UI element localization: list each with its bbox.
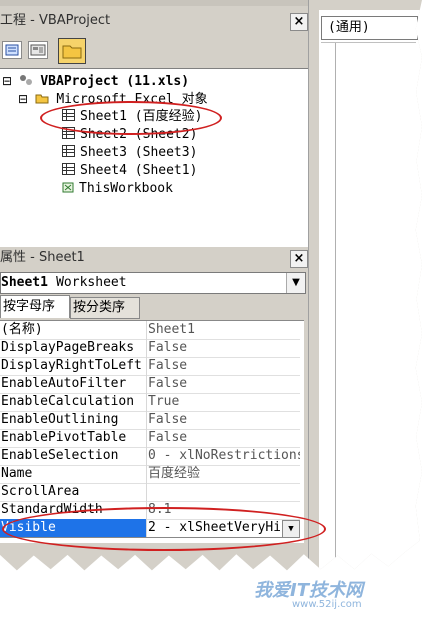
tab-alphabetic[interactable]: 按字母序	[0, 295, 70, 318]
worksheet-icon	[62, 127, 75, 139]
visible-dropdown-button[interactable]: ▼	[282, 520, 300, 538]
property-row-visible[interactable]: Visible 2 - xlSheetVeryHidden ▼	[0, 519, 300, 538]
tab-categorized[interactable]: 按分类序	[70, 297, 140, 319]
object-selector-name: Sheet1	[1, 275, 48, 290]
property-row-enableoutlining[interactable]: EnableOutlining False	[0, 411, 300, 430]
worksheet-icon	[62, 145, 75, 157]
properties-panel-close-button[interactable]: ×	[290, 250, 308, 268]
property-row-scrollarea[interactable]: ScrollArea	[0, 483, 300, 502]
project-tree: ⊟ VBAProject (11.xls) ⊟ Microsoft Excel …	[0, 68, 308, 247]
property-row-name[interactable]: (名称) Sheet1	[0, 321, 300, 340]
object-selector[interactable]: Sheet1 Worksheet ▼	[0, 272, 306, 294]
properties-panel-titlebar: 属性 - Sheet1 ×	[0, 247, 308, 269]
tree-folder-label: Microsoft Excel 对象	[56, 92, 208, 107]
tree-root-label: VBAProject (11.xls)	[40, 74, 190, 89]
toggle-folders-icon[interactable]	[58, 38, 86, 64]
tree-folder[interactable]: ⊟ Microsoft Excel 对象	[18, 90, 208, 109]
property-row-enablepivottable[interactable]: EnablePivotTable False	[0, 429, 300, 448]
property-row-enableselection[interactable]: EnableSelection 0 - xlNoRestrictions	[0, 447, 300, 466]
tree-root[interactable]: ⊟ VBAProject (11.xls)	[2, 72, 189, 91]
property-tabs: 按字母序 按分类序	[0, 295, 308, 319]
property-grid: (名称) Sheet1 DisplayPageBreaks False Displa…	[0, 320, 304, 543]
properties-panel-title: 属性 - Sheet1	[0, 250, 85, 265]
worksheet-icon	[62, 109, 75, 121]
tree-item-sheet2[interactable]: Sheet2 (Sheet2)	[62, 126, 197, 144]
tree-item-sheet1[interactable]: Sheet1 (百度经验)	[62, 108, 202, 126]
code-area[interactable]	[321, 42, 416, 563]
pane-splitter[interactable]	[308, 0, 319, 571]
watermark-url: www.52ij.com	[292, 599, 362, 610]
property-row-name-field[interactable]: Name 百度经验	[0, 465, 300, 484]
tree-item-sheet3[interactable]: Sheet3 (Sheet3)	[62, 144, 197, 162]
code-window: (通用)	[319, 10, 422, 571]
property-row-enableautofilter[interactable]: EnableAutoFilter False	[0, 375, 300, 394]
property-row-standardwidth[interactable]: StandardWidth 8.1	[0, 501, 300, 520]
view-object-icon[interactable]	[28, 41, 48, 59]
tree-item-sheet4[interactable]: Sheet4 (Sheet1)	[62, 162, 197, 180]
collapse-toggle-icon[interactable]: ⊟	[2, 74, 12, 88]
project-panel-titlebar: 工程 - VBAProject ×	[0, 10, 308, 32]
property-row-enablecalculation[interactable]: EnableCalculation True	[0, 393, 300, 412]
property-row-displaypagebreaks[interactable]: DisplayPageBreaks False	[0, 339, 300, 358]
collapse-toggle-icon[interactable]: ⊟	[18, 92, 28, 106]
chevron-down-icon[interactable]: ▼	[286, 273, 305, 293]
code-margin	[335, 43, 336, 563]
vbaproject-icon	[19, 74, 33, 86]
object-selector-type: Worksheet	[56, 275, 127, 290]
view-code-icon[interactable]	[2, 41, 22, 59]
toolbar-strip	[0, 0, 308, 6]
object-dropdown-value: (通用)	[328, 20, 370, 35]
procedure-object-dropdown[interactable]: (通用)	[321, 16, 418, 40]
project-toolbar	[0, 36, 308, 66]
tree-item-thisworkbook[interactable]: ThisWorkbook	[62, 180, 173, 198]
folder-icon	[35, 92, 49, 104]
workbook-icon	[62, 181, 74, 193]
watermark: 我爱IT技术网 www.52ij.com	[232, 568, 417, 618]
vbe-window-frame: 工程 - VBAProject × ⊟ VBAProject (11.xls) …	[0, 0, 422, 571]
project-panel-title: 工程 - VBAProject	[0, 13, 111, 28]
worksheet-icon	[62, 163, 75, 175]
property-row-displayrighttoleft[interactable]: DisplayRightToLeft False	[0, 357, 300, 376]
project-panel-close-button[interactable]: ×	[290, 13, 308, 31]
